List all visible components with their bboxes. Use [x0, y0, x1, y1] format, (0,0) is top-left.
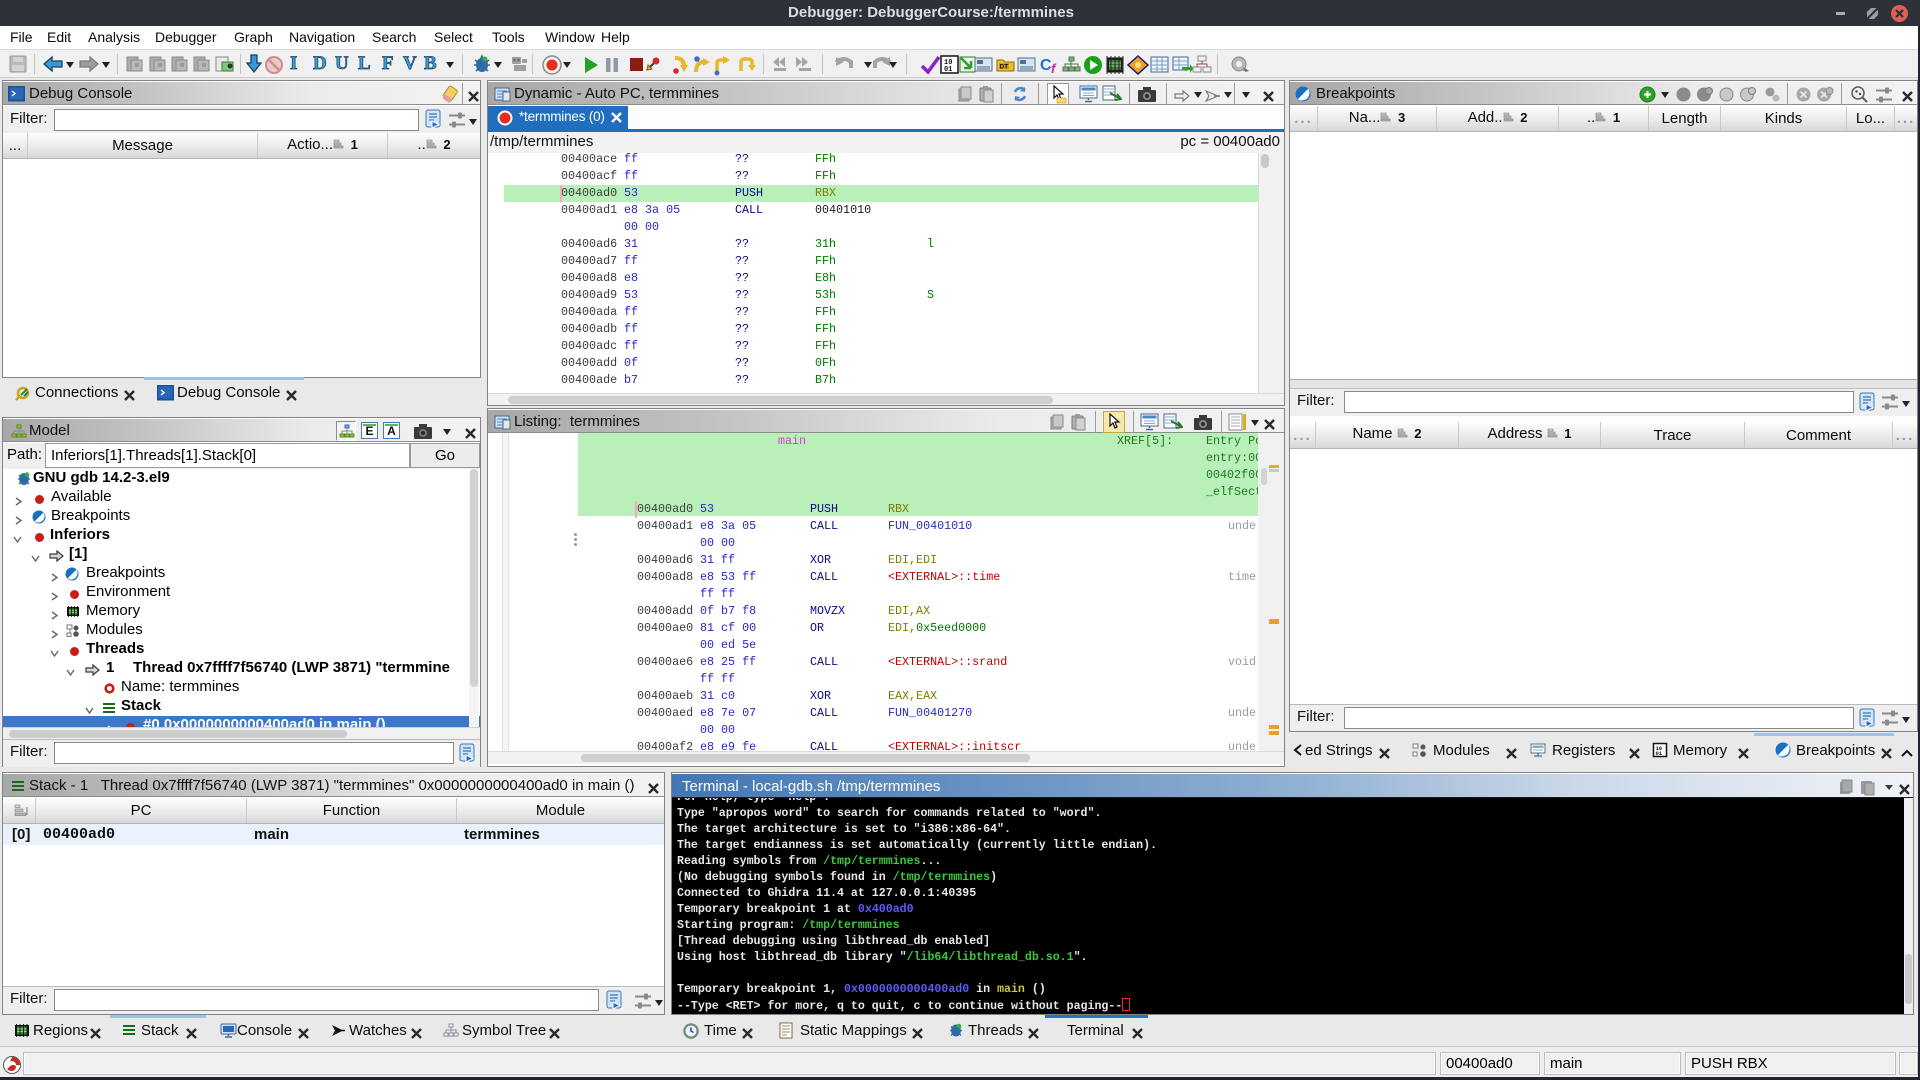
- svg-text:01: 01: [944, 66, 952, 74]
- svg-text:f: f: [1051, 61, 1057, 76]
- svg-text:01: 01: [1656, 750, 1663, 757]
- svg-text:DT: DT: [1000, 64, 1009, 71]
